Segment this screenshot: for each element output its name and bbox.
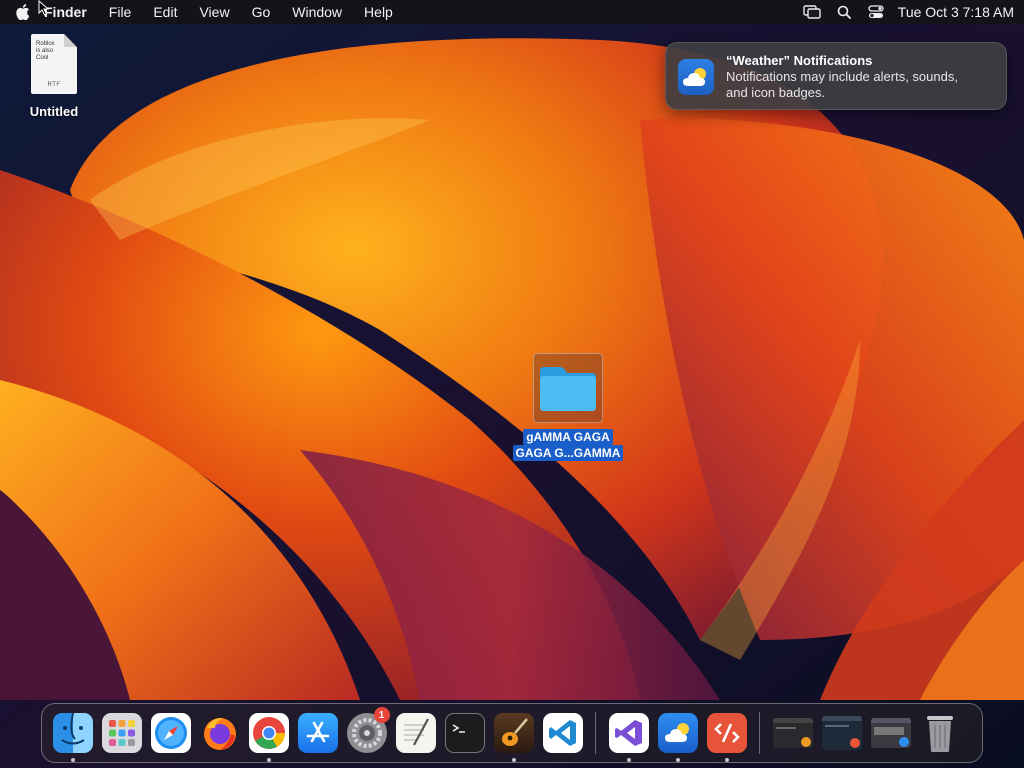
dock-chrome[interactable]: [247, 711, 291, 762]
weather-icon: [657, 713, 698, 753]
spotlight-search-icon[interactable]: [834, 2, 854, 22]
preview-line: Cool: [36, 55, 49, 61]
terminal-icon: [444, 713, 485, 753]
control-center-icon[interactable]: [866, 2, 886, 22]
notification-body-line2: and icon badges.: [726, 85, 826, 100]
dock-vscode[interactable]: [541, 711, 585, 755]
dock-app-store[interactable]: [296, 711, 340, 755]
running-indicator: [511, 758, 516, 762]
menu-bar-status-area: Tue Oct 3 7:18 AM: [790, 2, 1014, 22]
dock-launchpad[interactable]: [100, 711, 144, 755]
document-preview: Roblox is also Cool: [36, 41, 55, 62]
dock-remote-desktop[interactable]: [705, 711, 749, 762]
folder-selection-frame: [533, 353, 603, 423]
menu-help[interactable]: Help: [364, 4, 393, 20]
guitar-icon: [493, 713, 534, 753]
menu-window[interactable]: Window: [292, 4, 342, 20]
finder-icon: [52, 713, 93, 753]
page-fold: [64, 34, 77, 47]
dock-minimized-window-2[interactable]: [820, 711, 864, 755]
textedit-icon: [395, 713, 436, 753]
file-extension: RTF: [47, 82, 61, 88]
menu-view[interactable]: View: [199, 4, 229, 20]
notification-badge: 1: [373, 707, 390, 723]
launchpad-icon: [101, 713, 142, 753]
screen-mirroring-icon[interactable]: [802, 2, 822, 22]
mouse-cursor-icon: [38, 0, 50, 16]
dock-firefox[interactable]: [198, 711, 242, 755]
dock-visual-studio[interactable]: [607, 711, 651, 762]
firefox-icon: [200, 713, 240, 753]
menu-file[interactable]: File: [109, 4, 132, 20]
menu-app-finder[interactable]: Finder: [44, 4, 87, 20]
desktop-folder-label: gAMMA GAGA GAGA G...GAMMA: [512, 429, 624, 461]
weather-app-icon: [678, 59, 714, 95]
notification-body-line1: Notifications may include alerts, sounds…: [726, 69, 958, 84]
safari-icon: [150, 713, 191, 753]
dock-trash[interactable]: [918, 711, 962, 755]
dock-safari[interactable]: [149, 711, 193, 755]
dock-garageband[interactable]: [492, 711, 536, 762]
preview-line: is also: [36, 48, 54, 54]
chrome-icon: [248, 713, 289, 753]
folder-icon: [540, 367, 596, 411]
weather-notification-banner[interactable]: “Weather” Notifications Notifications ma…: [665, 42, 1007, 110]
window-thumbnail-icon: [821, 716, 862, 750]
visual-studio-icon: [608, 713, 649, 753]
apple-logo-icon: [16, 4, 30, 20]
rtf-document-icon: Roblox is also Cool RTF: [31, 34, 77, 94]
dock-separator: [595, 712, 596, 754]
dock-minimized-window-3[interactable]: [869, 711, 913, 755]
trash-icon: [920, 713, 960, 753]
desktop-file-label: Untitled: [29, 104, 79, 119]
dock-finder[interactable]: [51, 711, 95, 762]
preview-line: Roblox: [36, 41, 55, 47]
notification-title: “Weather” Notifications: [726, 53, 873, 68]
dock-separator: [759, 712, 760, 754]
menu-go[interactable]: Go: [252, 4, 271, 20]
desktop-file-untitled[interactable]: Roblox is also Cool RTF Untitled: [22, 34, 86, 119]
dock: 1: [41, 703, 983, 763]
running-indicator: [724, 758, 729, 762]
dock-textedit[interactable]: [394, 711, 438, 755]
running-indicator: [626, 758, 631, 762]
dock-terminal[interactable]: [443, 711, 487, 755]
dock-weather[interactable]: [656, 711, 700, 762]
app-store-icon: [297, 713, 338, 753]
desktop-folder-gamma[interactable]: gAMMA GAGA GAGA G...GAMMA: [506, 353, 630, 461]
running-indicator: [266, 758, 271, 762]
apple-icon[interactable]: [14, 3, 32, 21]
folder-label-line2: GAGA G...GAMMA: [512, 445, 624, 461]
menu-bar: Finder File Edit View Go Window Help Tue…: [0, 0, 1024, 24]
window-thumbnail-icon: [772, 718, 813, 748]
dock-system-settings[interactable]: 1: [345, 707, 390, 755]
running-indicator: [70, 758, 75, 762]
running-indicator: [675, 758, 680, 762]
menu-bar-clock[interactable]: Tue Oct 3 7:18 AM: [898, 4, 1014, 20]
folder-label-line1: gAMMA GAGA: [523, 429, 613, 445]
remote-desktop-icon: [706, 713, 747, 753]
menu-edit[interactable]: Edit: [153, 4, 177, 20]
window-thumbnail-icon: [870, 718, 911, 748]
notification-text: “Weather” Notifications Notifications ma…: [726, 53, 958, 101]
vscode-icon: [542, 713, 583, 753]
dock-minimized-window-1[interactable]: [771, 711, 815, 755]
